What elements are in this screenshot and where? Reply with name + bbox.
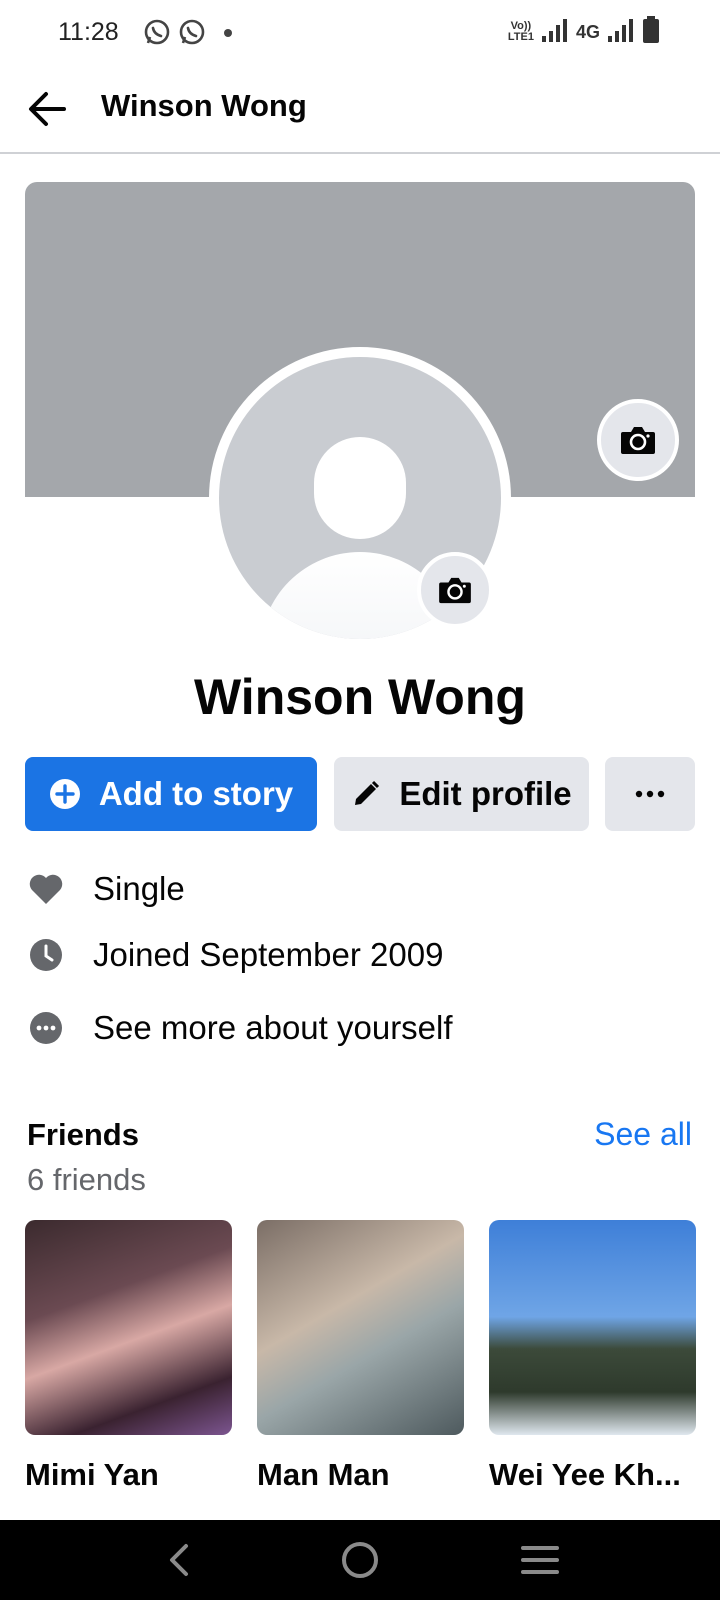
camera-icon — [621, 427, 655, 454]
see-all-friends-link[interactable]: See all — [594, 1116, 692, 1153]
status-indicators: Vo)) LTE1 4G — [507, 15, 660, 49]
notification-dot — [224, 29, 232, 37]
system-nav-bar — [0, 1520, 720, 1600]
friend-card[interactable]: Wei Yee Kh... — [489, 1220, 696, 1493]
plus-circle-icon — [49, 778, 81, 810]
signal-icon — [541, 18, 568, 47]
intro-text: Joined September 2009 — [93, 936, 444, 973]
signal-icon — [608, 18, 634, 47]
intro-text: Single — [93, 870, 185, 907]
nav-back-icon — [170, 1544, 188, 1576]
volte-indicator: Vo)) LTE1 — [507, 20, 534, 43]
more-options-button[interactable] — [605, 757, 695, 831]
back-button[interactable] — [24, 84, 74, 134]
nav-home-button[interactable] — [337, 1537, 383, 1583]
nav-home-icon — [342, 1542, 378, 1578]
intro-joined: Joined September 2009 — [25, 930, 705, 980]
profile-name: Winson Wong — [194, 669, 526, 725]
edit-profile-picture-button[interactable] — [417, 552, 493, 628]
nav-menu-button[interactable] — [517, 1537, 563, 1583]
clock-icon — [25, 934, 67, 976]
nav-menu-icon — [521, 1546, 559, 1574]
friend-card[interactable]: Mimi Yan — [25, 1220, 232, 1493]
status-time: 11:28 — [58, 18, 119, 46]
friends-count: 6 friends — [27, 1162, 146, 1197]
page-title: Winson Wong — [101, 88, 307, 123]
intro-relationship: Single — [25, 864, 705, 914]
edit-cover-photo-button[interactable] — [597, 399, 679, 481]
heart-icon — [25, 868, 67, 910]
friends-section-title: Friends — [27, 1117, 139, 1152]
nav-back-button[interactable] — [156, 1537, 202, 1583]
see-more-about-yourself[interactable]: See more about yourself — [25, 1003, 705, 1053]
more-horizontal-icon — [635, 790, 665, 798]
friend-photo[interactable] — [489, 1220, 696, 1435]
app-bar: Winson Wong — [0, 66, 720, 154]
battery-icon — [642, 15, 660, 49]
edit-profile-button[interactable]: Edit profile — [334, 757, 589, 831]
status-bar: 11:28 Vo)) LTE1 4G — [0, 0, 720, 66]
friend-card[interactable]: Man Man — [257, 1220, 464, 1493]
camera-icon — [439, 577, 471, 604]
add-to-story-button[interactable]: Add to story — [25, 757, 317, 831]
intro-text: See more about yourself — [93, 1009, 453, 1046]
more-circle-icon — [25, 1007, 67, 1049]
friend-name[interactable]: Wei Yee Kh... — [489, 1457, 696, 1493]
friend-name[interactable]: Mimi Yan — [25, 1457, 232, 1493]
friend-photo[interactable] — [257, 1220, 464, 1435]
whatsapp-icon — [143, 18, 171, 51]
friend-photo[interactable] — [25, 1220, 232, 1435]
pencil-icon — [351, 779, 381, 809]
edit-profile-label: Edit profile — [399, 775, 572, 812]
network-type: 4G — [575, 21, 600, 42]
avatar-placeholder-head — [314, 437, 406, 539]
friend-name[interactable]: Man Man — [257, 1457, 464, 1493]
arrow-left-icon — [29, 92, 66, 126]
whatsapp-icon — [178, 18, 206, 51]
add-to-story-label: Add to story — [98, 775, 294, 812]
